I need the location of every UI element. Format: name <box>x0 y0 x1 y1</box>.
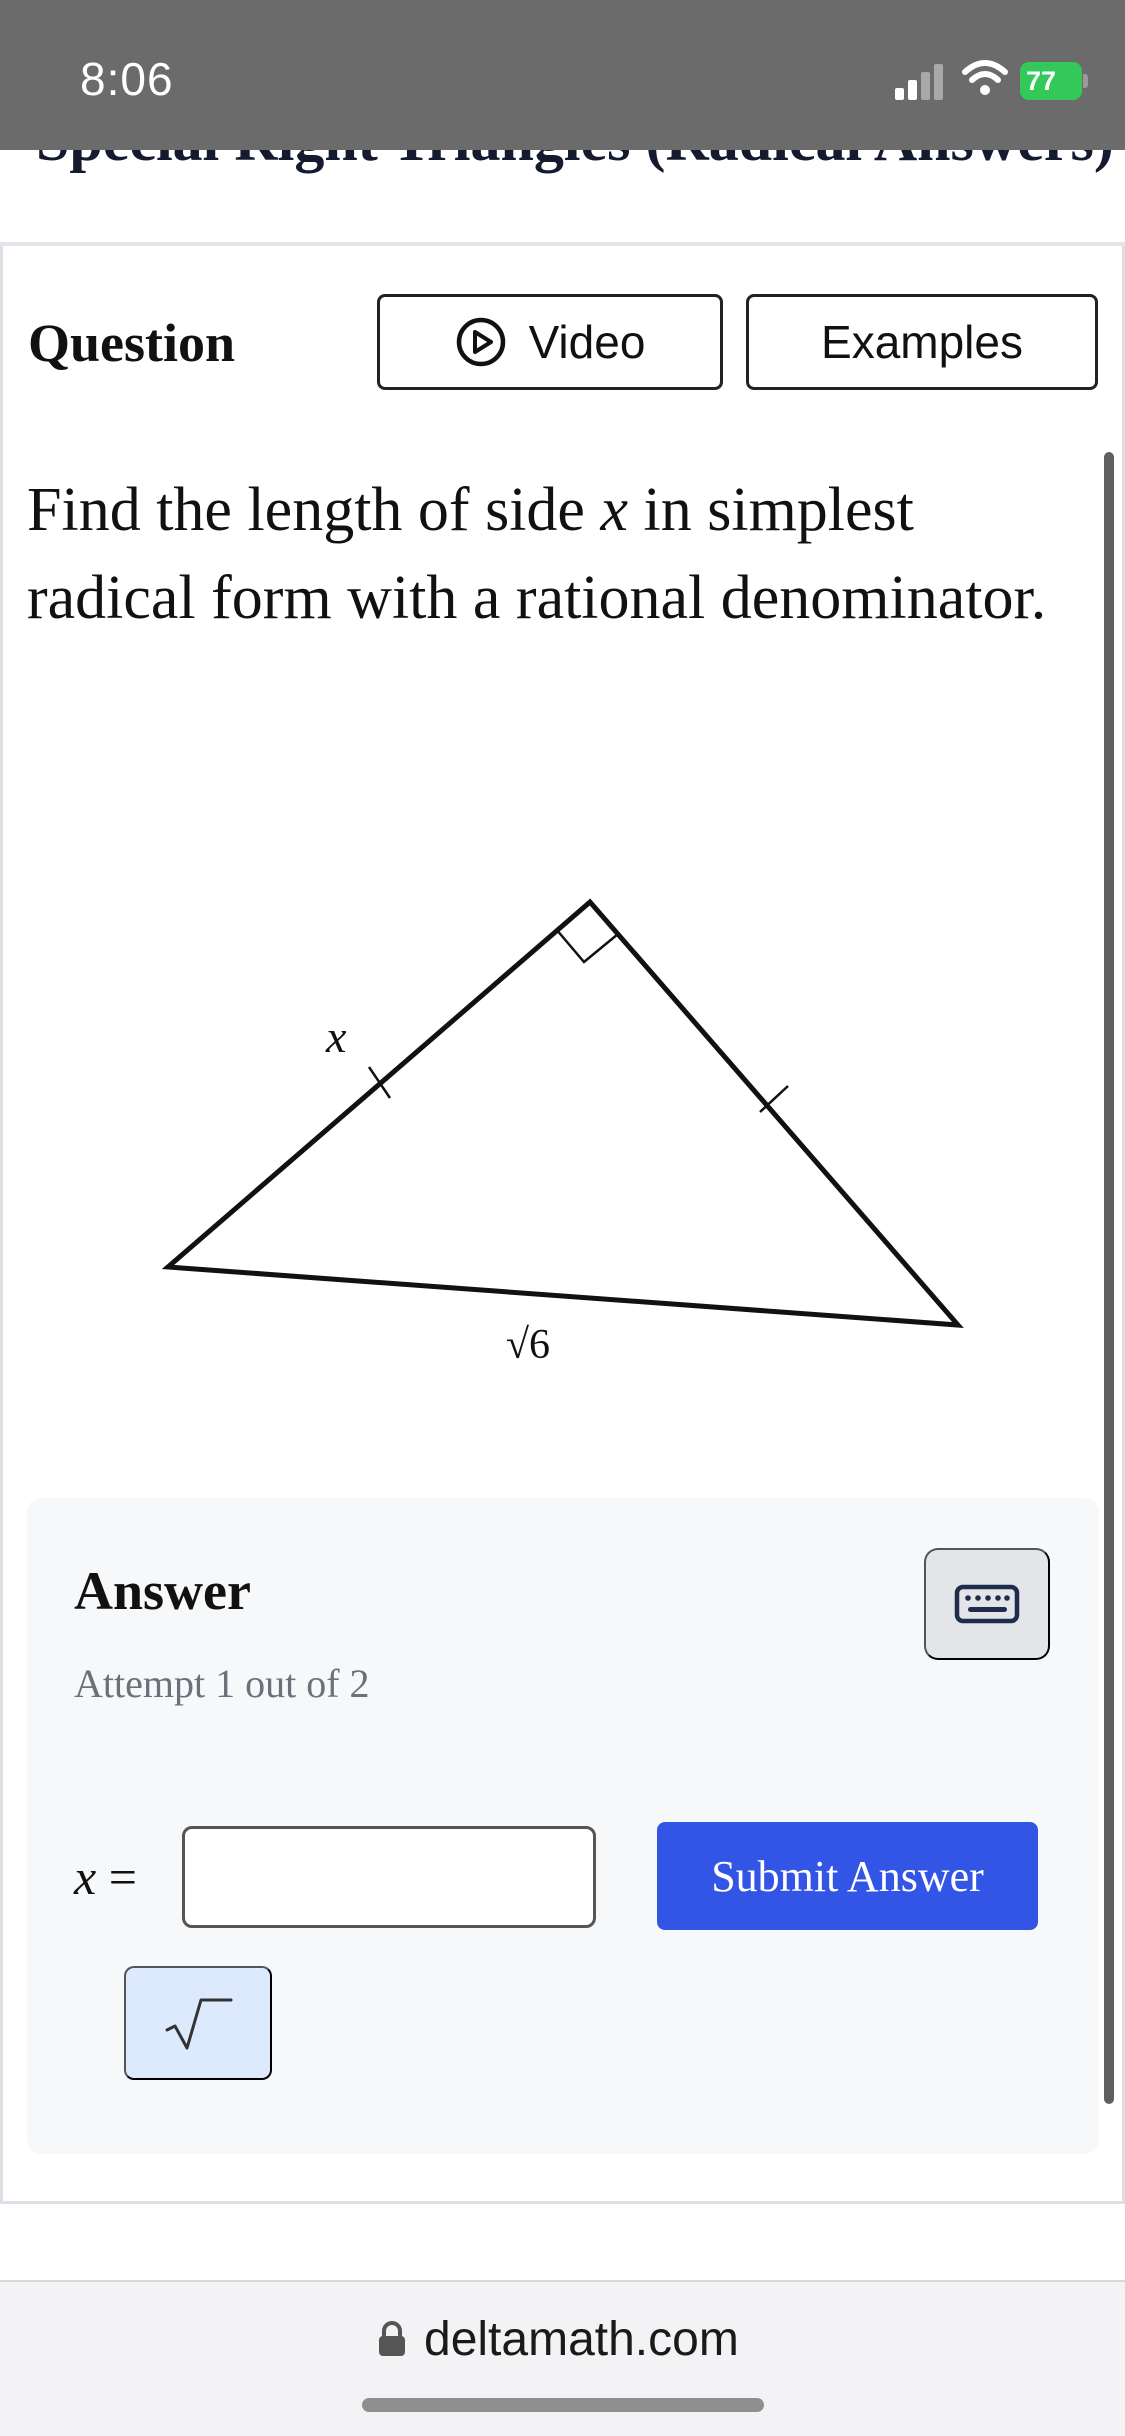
submit-answer-label: Submit Answer <box>711 1851 984 1901</box>
scrollbar[interactable] <box>1104 452 1114 2104</box>
prompt-variable: x <box>600 476 628 544</box>
cellular-signal-icon <box>895 64 943 100</box>
triangle-outline <box>161 898 964 1328</box>
page-header: Special Right Triangles (Radical Answers… <box>0 150 1125 242</box>
submit-answer-button[interactable]: Submit Answer <box>657 1822 1038 1930</box>
answer-equals: = <box>96 1849 137 1905</box>
video-button-label: Video <box>528 316 646 368</box>
attempt-counter: Attempt 1 out of 2 <box>74 1661 370 1706</box>
question-prompt: Find the length of side x in simplest ra… <box>27 466 1087 642</box>
battery-icon: 77 <box>1020 62 1088 100</box>
status-time: 8:06 <box>80 53 174 105</box>
question-label: Question <box>28 313 236 373</box>
status-bar: 8:06 77 <box>0 0 1125 150</box>
answer-variable: x <box>74 1849 97 1905</box>
hypotenuse-label: √6 <box>506 1322 550 1368</box>
keyboard-toggle-button[interactable] <box>924 1548 1050 1660</box>
url-text[interactable]: deltamath.com <box>424 2312 739 2367</box>
square-root-button[interactable] <box>124 1966 272 2080</box>
leg-label: x <box>325 1011 347 1062</box>
examples-button[interactable]: Examples <box>746 294 1098 390</box>
answer-title: Answer <box>74 1561 251 1621</box>
right-angle-marker <box>555 928 619 964</box>
answer-variable-label: x = <box>74 1848 137 1906</box>
answer-input[interactable] <box>182 1826 596 1928</box>
examples-button-label: Examples <box>821 316 1023 368</box>
prompt-text-start: Find the length of side <box>27 476 601 544</box>
home-indicator[interactable] <box>362 2398 764 2412</box>
battery-level: 77 <box>1026 66 1057 96</box>
square-root-icon <box>165 1998 233 2050</box>
play-circle-icon <box>456 317 505 367</box>
triangle-figure: x √6 <box>161 898 964 1368</box>
lock-icon <box>379 2321 405 2356</box>
wifi-icon <box>962 60 1008 95</box>
page-title: Special Right Triangles (Radical Answers… <box>36 150 1114 175</box>
keyboard-icon <box>954 1584 1020 1624</box>
video-button[interactable]: Video <box>377 294 723 390</box>
